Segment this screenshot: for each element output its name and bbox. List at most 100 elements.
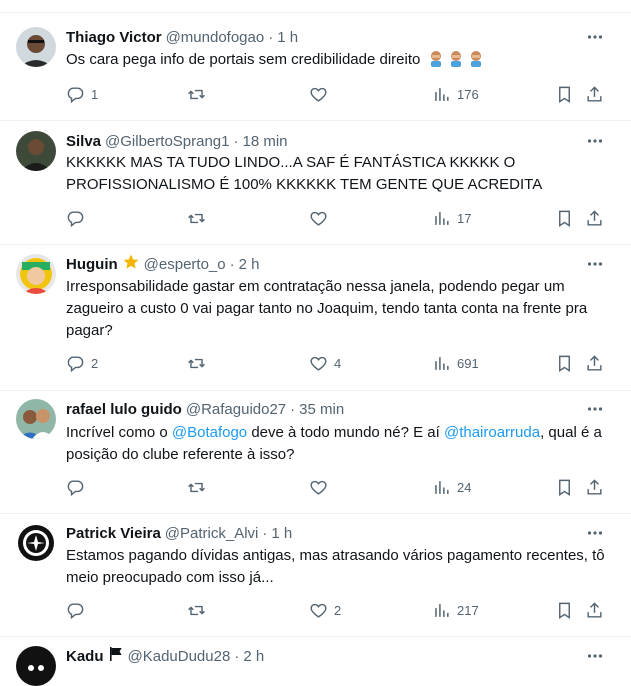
like-button[interactable]: 4 (309, 353, 341, 373)
separator: · (290, 400, 296, 418)
views-button[interactable]: 17 (432, 208, 471, 228)
avatar[interactable] (16, 254, 56, 294)
retweet-button[interactable] (187, 477, 212, 497)
like-button[interactable]: 2 (309, 600, 341, 620)
share-button[interactable] (585, 477, 604, 497)
views-button[interactable]: 691 (432, 353, 479, 373)
author-name[interactable]: rafael lulo guido (66, 401, 182, 418)
tweet-actions: 24 (66, 477, 610, 497)
heart-icon (310, 87, 327, 102)
author-name[interactable]: Huguin (66, 256, 118, 273)
like-button[interactable] (309, 477, 334, 497)
more-options-icon[interactable] (585, 131, 605, 151)
tweet[interactable]: rafael lulo guido @Rafaguido27 · 35 min … (0, 391, 631, 514)
tweet-header: Huguin @esperto_o · 2 h (66, 254, 259, 274)
reply-button[interactable] (66, 600, 91, 620)
bookmark-button[interactable] (555, 84, 574, 104)
share-button[interactable] (585, 353, 604, 373)
views-icon (435, 211, 449, 225)
like-button[interactable] (309, 84, 334, 104)
share-icon (587, 601, 602, 618)
share-icon (587, 478, 602, 495)
reply-icon (67, 479, 84, 496)
tweet[interactable]: Thiago Victor @mundofogao · 1 h Os cara … (0, 13, 631, 121)
bookmark-button[interactable] (555, 208, 574, 228)
retweet-icon (188, 89, 205, 99)
timestamp[interactable]: 35 min (299, 401, 344, 418)
more-options-icon[interactable] (585, 254, 605, 274)
retweet-button[interactable] (187, 84, 212, 104)
views-icon (435, 87, 449, 101)
avatar[interactable] (16, 646, 56, 686)
timestamp[interactable]: 2 h (243, 648, 264, 665)
avatar[interactable] (16, 27, 56, 67)
avatar[interactable] (16, 399, 56, 439)
view-count: 691 (457, 355, 479, 371)
mention-link-thairoarruda[interactable]: @thairoarruda (444, 424, 540, 441)
retweet-icon (188, 482, 205, 492)
share-button[interactable] (585, 600, 604, 620)
timestamp[interactable]: 2 h (239, 256, 260, 273)
view-count: 24 (457, 479, 472, 495)
author-name[interactable]: Silva (66, 133, 101, 150)
author-name[interactable]: Thiago Victor (66, 29, 162, 46)
tweet[interactable]: Kadu @KaduDudu28 · 2 h (0, 637, 631, 686)
tweet-text: Estamos pagando dívidas antigas, mas atr… (66, 547, 605, 586)
tweet-header: Silva @GilbertoSprang1 · 18 min (66, 131, 288, 151)
more-options-icon[interactable] (585, 523, 605, 543)
separator: · (234, 647, 240, 665)
reply-button[interactable]: 1 (66, 84, 98, 104)
timestamp[interactable]: 1 h (277, 29, 298, 46)
author-handle[interactable]: @GilbertoSprang1 (105, 133, 229, 150)
tweet-text: Incrível como o @Botafogo deve à todo mu… (66, 424, 602, 463)
bookmark-button[interactable] (555, 477, 574, 497)
more-options-icon[interactable] (585, 646, 605, 666)
tweet-text: Os cara pega info de portais sem credibi… (66, 49, 606, 74)
avatar[interactable] (16, 131, 56, 171)
tweet[interactable]: Patrick Vieira @Patrick_Alvi · 1 h Estam… (0, 514, 631, 637)
like-count: 2 (334, 602, 342, 618)
author-handle[interactable]: @KaduDudu28 (128, 648, 231, 665)
timestamp[interactable]: 1 h (271, 525, 292, 542)
like-button[interactable] (309, 208, 334, 228)
views-button[interactable]: 176 (432, 84, 479, 104)
retweet-icon (188, 213, 205, 223)
author-name[interactable]: Patrick Vieira (66, 525, 161, 542)
tweet-actions: 1 176 (66, 84, 610, 104)
heart-icon (310, 211, 327, 226)
more-options-icon[interactable] (585, 27, 605, 47)
share-button[interactable] (585, 84, 604, 104)
mention-link-botafogo[interactable]: @Botafogo (172, 424, 247, 441)
tweet[interactable]: Silva @GilbertoSprang1 · 18 min KKKKKK M… (0, 121, 631, 245)
retweet-button[interactable] (187, 353, 212, 373)
share-icon (587, 209, 602, 226)
reply-icon (67, 355, 84, 372)
tweet-header: Kadu @KaduDudu28 · 2 h (66, 646, 264, 666)
flag-icon (108, 646, 124, 666)
reply-button[interactable]: 2 (66, 353, 98, 373)
author-handle[interactable]: @Patrick_Alvi (165, 525, 259, 542)
author-handle[interactable]: @mundofogao (166, 29, 265, 46)
bookmark-icon (559, 86, 570, 103)
reply-icon (67, 86, 84, 103)
more-options-icon[interactable] (585, 399, 605, 419)
reply-button[interactable] (66, 208, 91, 228)
bookmark-button[interactable] (555, 353, 574, 373)
timestamp[interactable]: 18 min (243, 133, 288, 150)
share-button[interactable] (585, 208, 604, 228)
author-name[interactable]: Kadu (66, 648, 104, 665)
views-icon (435, 356, 449, 370)
views-button[interactable]: 24 (432, 477, 471, 497)
avatar[interactable] (16, 523, 56, 563)
bookmark-icon (559, 210, 570, 227)
author-handle[interactable]: @Rafaguido27 (186, 401, 286, 418)
retweet-button[interactable] (187, 208, 212, 228)
tweet[interactable]: Huguin @esperto_o · 2 h Irresponsabilida… (0, 245, 631, 391)
retweet-button[interactable] (187, 600, 212, 620)
reply-button[interactable] (66, 477, 91, 497)
bookmark-button[interactable] (555, 600, 574, 620)
tweet-actions: 2 4 691 (66, 353, 610, 373)
views-button[interactable]: 217 (432, 600, 479, 620)
separator: · (229, 255, 235, 273)
author-handle[interactable]: @esperto_o (144, 256, 226, 273)
